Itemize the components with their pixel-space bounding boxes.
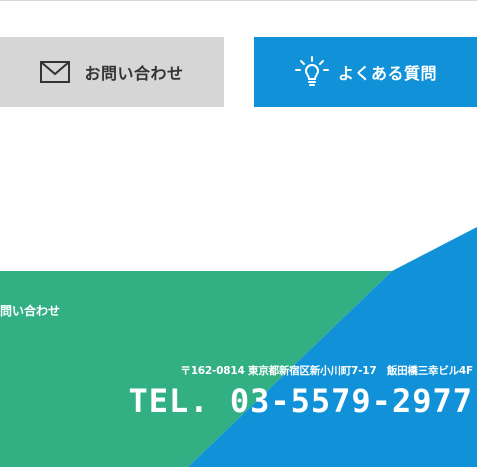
lightbulb-icon — [294, 56, 330, 88]
phone-number[interactable]: TEL. 03-5579-2977 — [128, 385, 473, 417]
mail-icon — [40, 61, 71, 83]
company-address: 〒162-0814 東京都新宿区新小川町7-17 飯田橋三幸ビル4F — [180, 365, 473, 377]
contact-button[interactable]: お問い合わせ — [0, 37, 224, 107]
top-divider — [0, 0, 477, 1]
footer-contact-link[interactable]: 問い合わせ — [0, 302, 60, 319]
faq-button-label: よくある質問 — [337, 64, 437, 83]
faq-button[interactable]: よくある質問 — [254, 37, 477, 107]
contact-button-label: お問い合わせ — [84, 64, 184, 83]
footer: 問い合わせ 〒162-0814 東京都新宿区新小川町7-17 飯田橋三幸ビル4F… — [0, 227, 477, 467]
footer-background — [0, 227, 477, 467]
